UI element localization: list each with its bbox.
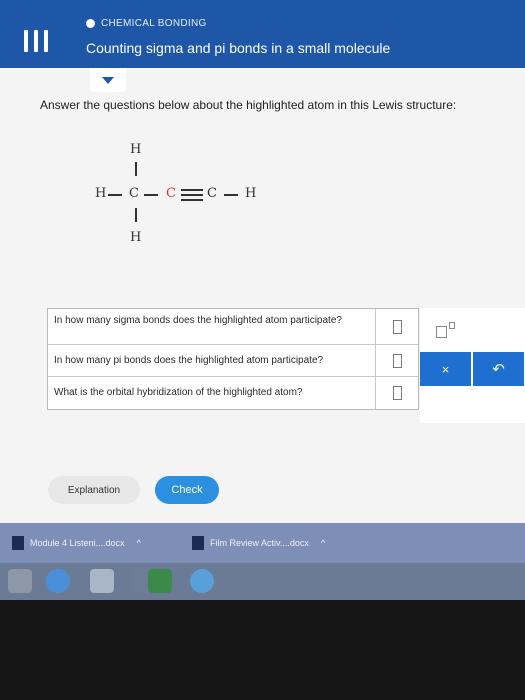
explanation-button[interactable]: Explanation: [48, 476, 140, 504]
hybridization-answer-input[interactable]: [392, 386, 402, 400]
atom-c3: C: [207, 186, 217, 201]
header: CHEMICAL BONDING Counting sigma and pi b…: [0, 0, 525, 68]
download-filename: Module 4 Listeni....docx: [30, 538, 125, 548]
bond-c3-h: [224, 194, 238, 196]
download-filename: Film Review Activ....docx: [210, 538, 309, 548]
atom-c1: C: [129, 186, 139, 201]
file-explorer-icon[interactable]: [90, 569, 114, 593]
question-text: In how many sigma bonds does the highlig…: [48, 309, 376, 344]
download-item[interactable]: Module 4 Listeni....docx ^: [12, 536, 141, 550]
topic-row: CHEMICAL BONDING: [86, 18, 207, 29]
answer-cell: [376, 377, 418, 409]
question-table: In how many sigma bonds does the highlig…: [47, 308, 419, 410]
answer-cell: [376, 309, 418, 344]
bezel: [0, 600, 525, 700]
screen: CHEMICAL BONDING Counting sigma and pi b…: [0, 0, 525, 600]
check-button[interactable]: Check: [155, 476, 219, 504]
triple-bond-line-3: [181, 199, 203, 201]
document-icon: [12, 536, 24, 550]
question-row: What is the orbital hybridization of the…: [48, 377, 418, 409]
chevron-up-icon[interactable]: ^: [321, 538, 325, 548]
superscript-icon[interactable]: [436, 322, 455, 338]
download-item[interactable]: Film Review Activ....docx ^: [192, 536, 325, 550]
chrome-icon[interactable]: [190, 569, 214, 593]
question-text: What is the orbital hybridization of the…: [48, 377, 376, 409]
topic-label: CHEMICAL BONDING: [101, 18, 207, 29]
atom-h-left: H: [95, 186, 107, 201]
document-icon: [192, 536, 204, 550]
clear-button[interactable]: ×: [420, 352, 471, 386]
bond-bottom: [135, 208, 137, 222]
atom-h-top: H: [130, 142, 142, 157]
chevron-up-icon[interactable]: ^: [137, 538, 141, 548]
downloads-bar: Module 4 Listeni....docx ^ Film Review A…: [0, 523, 525, 563]
question-row: In how many pi bonds does the highlighte…: [48, 345, 418, 377]
triple-bond-line-2: [181, 194, 203, 196]
bond-h-c1: [108, 194, 122, 196]
question-text: In how many pi bonds does the highlighte…: [48, 345, 376, 376]
sigma-answer-input[interactable]: [392, 319, 402, 334]
taskbar: [0, 563, 525, 600]
lewis-structure: H H C C C H H: [0, 68, 525, 308]
pi-answer-input[interactable]: [392, 353, 402, 368]
excel-icon[interactable]: [148, 569, 172, 593]
start-icon[interactable]: [8, 569, 32, 593]
main-content: Answer the questions below about the hig…: [0, 68, 525, 523]
bond-c1-c2: [144, 194, 158, 196]
answer-tools: × ↶: [420, 308, 525, 423]
triple-bond-line-1: [181, 189, 203, 191]
browser-icon[interactable]: [46, 569, 70, 593]
atom-h-right: H: [245, 186, 257, 201]
atom-h-bottom: H: [130, 230, 142, 245]
bond-top: [135, 162, 137, 176]
atom-c2-highlighted: C: [166, 186, 176, 201]
undo-button[interactable]: ↶: [473, 352, 524, 386]
answer-cell: [376, 345, 418, 376]
menu-icon[interactable]: [24, 30, 48, 52]
page-title: Counting sigma and pi bonds in a small m…: [86, 40, 391, 56]
question-row: In how many sigma bonds does the highlig…: [48, 309, 418, 345]
topic-dot-icon: [86, 19, 95, 28]
